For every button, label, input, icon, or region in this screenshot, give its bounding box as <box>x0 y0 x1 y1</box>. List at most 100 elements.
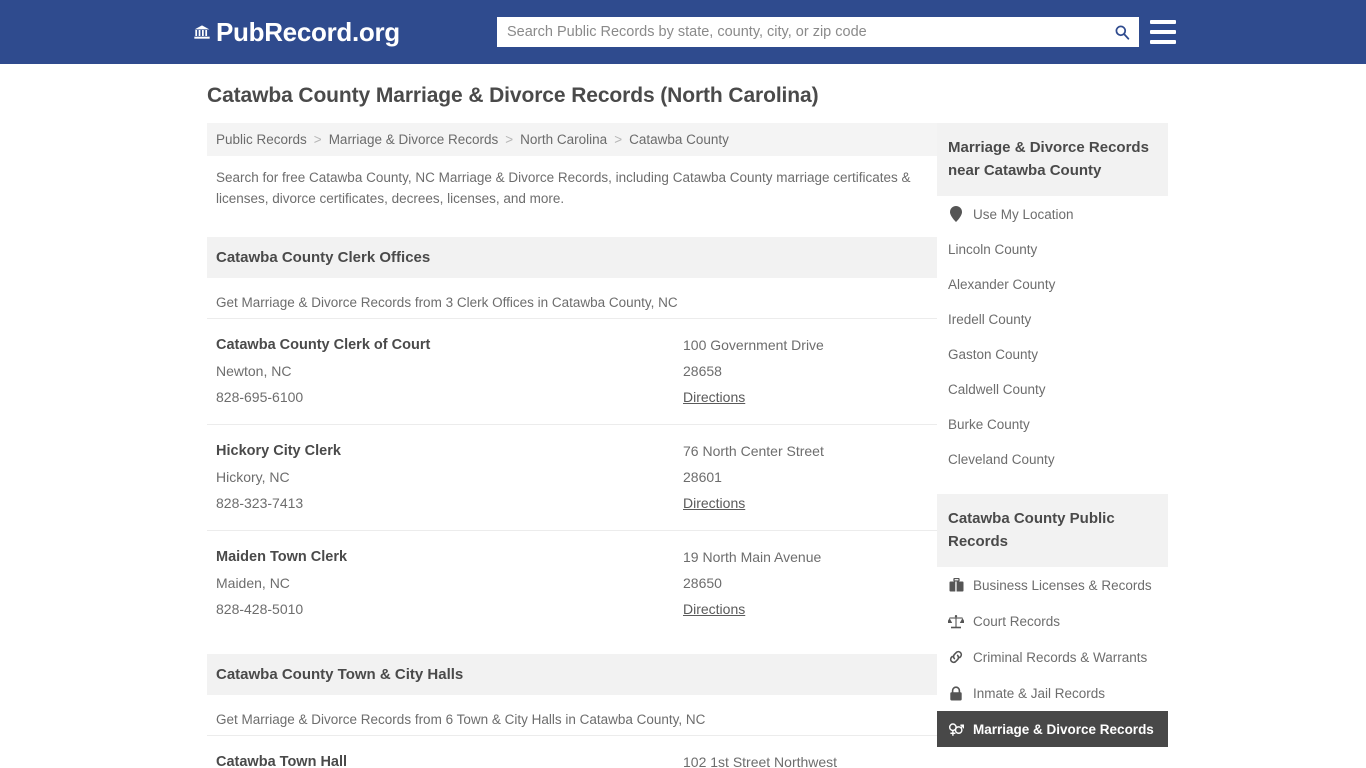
sidebar-item-lincoln-county[interactable]: Lincoln County <box>937 232 1168 267</box>
section-heading-town-city-halls: Catawba County Town & City Halls <box>207 654 937 695</box>
directions-link[interactable]: Directions <box>683 490 745 516</box>
logo-text: PubRecord.org <box>216 17 400 47</box>
chain-link-icon <box>948 649 964 665</box>
breadcrumb-item-north-carolina[interactable]: North Carolina <box>520 132 607 147</box>
sidebar: Marriage & Divorce Records near Catawba … <box>937 123 1168 768</box>
office-street: 19 North Main Avenue <box>683 549 822 565</box>
section-subheading-town-city-halls: Get Marriage & Divorce Records from 6 To… <box>216 712 706 727</box>
sidebar-item-label: Gaston County <box>948 347 1039 362</box>
main-content: Public Records > Marriage & Divorce Reco… <box>207 123 937 768</box>
search-bar <box>497 17 1139 47</box>
sidebar-item-label: Criminal Records & Warrants <box>973 649 1148 665</box>
sidebar-item-gaston-county[interactable]: Gaston County <box>937 337 1168 372</box>
entry-address: 102 1st Street Northwest 28609 Direction… <box>683 749 928 768</box>
sidebar-item-label: Marriage & Divorce Records <box>973 721 1154 737</box>
entry-address: 100 Government Drive 28658 Directions <box>683 332 928 410</box>
entry-details: Catawba County Clerk of Court Newton, NC… <box>216 332 683 410</box>
sidebar-item-alexander-county[interactable]: Alexander County <box>937 267 1168 302</box>
directions-link[interactable]: Directions <box>683 596 745 622</box>
search-icon <box>1114 24 1130 40</box>
sidebar-item-label: Lincoln County <box>948 242 1038 257</box>
sidebar-item-criminal-records-warrants[interactable]: Criminal Records & Warrants <box>937 639 1168 675</box>
office-phone: 828-428-5010 <box>216 601 304 617</box>
sidebar-item-court-records[interactable]: Court Records <box>937 603 1168 639</box>
sidebar-item-iredell-county[interactable]: Iredell County <box>937 302 1168 337</box>
office-phone: 828-323-7413 <box>216 495 304 511</box>
table-row: Catawba County Clerk of Court Newton, NC… <box>207 318 937 424</box>
briefcase-icon <box>948 577 964 593</box>
sidebar-item-business-licenses-records[interactable]: Business Licenses & Records <box>937 567 1168 603</box>
directions-link[interactable]: Directions <box>683 384 745 410</box>
entry-address: 76 North Center Street 28601 Directions <box>683 438 928 516</box>
gender-symbols-icon <box>948 721 964 737</box>
office-street: 100 Government Drive <box>683 337 824 353</box>
office-street: 102 1st Street Northwest <box>683 754 838 768</box>
entry-address: 19 North Main Avenue 28650 Directions <box>683 544 928 622</box>
balance-scale-icon <box>948 613 964 629</box>
sidebar-item-label: Court Records <box>973 613 1061 629</box>
site-header: PubRecord.org <box>0 0 1366 64</box>
table-row: Catawba Town Hall Catawba, NC 828-241-22… <box>207 735 937 768</box>
office-city-state: Hickory, NC <box>216 469 290 485</box>
sidebar-item-label: Use My Location <box>973 206 1074 222</box>
entry-details: Hickory City Clerk Hickory, NC 828-323-7… <box>216 438 683 516</box>
sidebar-item-cleveland-county[interactable]: Cleveland County <box>937 442 1168 477</box>
sidebar-item-label: Business Licenses & Records <box>973 577 1152 593</box>
sidebar-item-use-my-location[interactable]: Use My Location <box>937 196 1168 232</box>
section-subheading-clerk-offices: Get Marriage & Divorce Records from 3 Cl… <box>216 295 678 310</box>
search-input[interactable] <box>497 18 1105 46</box>
sidebar-item-label: Burke County <box>948 417 1030 432</box>
hamburger-menu-icon[interactable] <box>1150 20 1176 44</box>
map-pin-icon <box>948 206 964 222</box>
table-row: Maiden Town Clerk Maiden, NC 828-428-501… <box>207 530 937 636</box>
bank-building-icon <box>194 24 210 40</box>
sidebar-item-label: Alexander County <box>948 277 1056 292</box>
section-heading-clerk-offices: Catawba County Clerk Offices <box>207 237 937 278</box>
office-zip: 28650 <box>683 575 722 591</box>
sidebar-item-label: Caldwell County <box>948 382 1046 397</box>
page-intro-text: Search for free Catawba County, NC Marri… <box>216 170 911 206</box>
sidebar-heading-nearby: Marriage & Divorce Records near Catawba … <box>937 123 1168 196</box>
breadcrumb-separator: > <box>313 132 322 147</box>
office-name: Maiden Town Clerk <box>216 549 348 565</box>
site-logo[interactable]: PubRecord.org <box>194 19 400 45</box>
office-street: 76 North Center Street <box>683 443 824 459</box>
sidebar-heading-public-records: Catawba County Public Records <box>937 494 1168 567</box>
sidebar-item-label: Inmate & Jail Records <box>973 685 1106 701</box>
two-column-layout: Public Records > Marriage & Divorce Reco… <box>198 123 1168 768</box>
padlock-icon <box>948 685 964 701</box>
search-button[interactable] <box>1105 18 1139 46</box>
sidebar-item-label: Cleveland County <box>948 452 1055 467</box>
sidebar-public-records-list: Business Licenses & Records Court Record… <box>937 567 1168 747</box>
breadcrumb-item-marriage-divorce-records[interactable]: Marriage & Divorce Records <box>329 132 499 147</box>
breadcrumb-item-public-records[interactable]: Public Records <box>216 132 307 147</box>
hamburger-bar <box>1150 20 1176 24</box>
table-row: Hickory City Clerk Hickory, NC 828-323-7… <box>207 424 937 530</box>
breadcrumb-separator: > <box>614 132 623 147</box>
sidebar-item-label: Iredell County <box>948 312 1032 327</box>
office-zip: 28658 <box>683 363 722 379</box>
page-body: Catawba County Marriage & Divorce Record… <box>0 64 1366 768</box>
office-city-state: Maiden, NC <box>216 575 290 591</box>
office-phone: 828-695-6100 <box>216 389 304 405</box>
hamburger-bar <box>1150 30 1176 34</box>
breadcrumb-item-catawba-county[interactable]: Catawba County <box>629 132 729 147</box>
sidebar-item-marriage-divorce-records[interactable]: Marriage & Divorce Records <box>937 711 1168 747</box>
sidebar-item-caldwell-county[interactable]: Caldwell County <box>937 372 1168 407</box>
office-city-state: Newton, NC <box>216 363 292 379</box>
hamburger-bar <box>1150 40 1176 44</box>
breadcrumb: Public Records > Marriage & Divorce Reco… <box>207 123 937 156</box>
sidebar-nearby-list: Use My Location Lincoln County Alexander… <box>937 196 1168 477</box>
breadcrumb-separator: > <box>505 132 514 147</box>
entry-details: Maiden Town Clerk Maiden, NC 828-428-501… <box>216 544 683 622</box>
entry-details: Catawba Town Hall Catawba, NC 828-241-22… <box>216 749 683 768</box>
sidebar-item-inmate-jail-records[interactable]: Inmate & Jail Records <box>937 675 1168 711</box>
office-name: Catawba Town Hall <box>216 754 348 768</box>
office-name: Catawba County Clerk of Court <box>216 337 431 353</box>
page-title: Catawba County Marriage & Divorce Record… <box>207 84 819 107</box>
office-zip: 28601 <box>683 469 722 485</box>
content-container: Catawba County Marriage & Divorce Record… <box>198 84 1168 768</box>
office-name: Hickory City Clerk <box>216 443 341 459</box>
sidebar-item-burke-county[interactable]: Burke County <box>937 407 1168 442</box>
